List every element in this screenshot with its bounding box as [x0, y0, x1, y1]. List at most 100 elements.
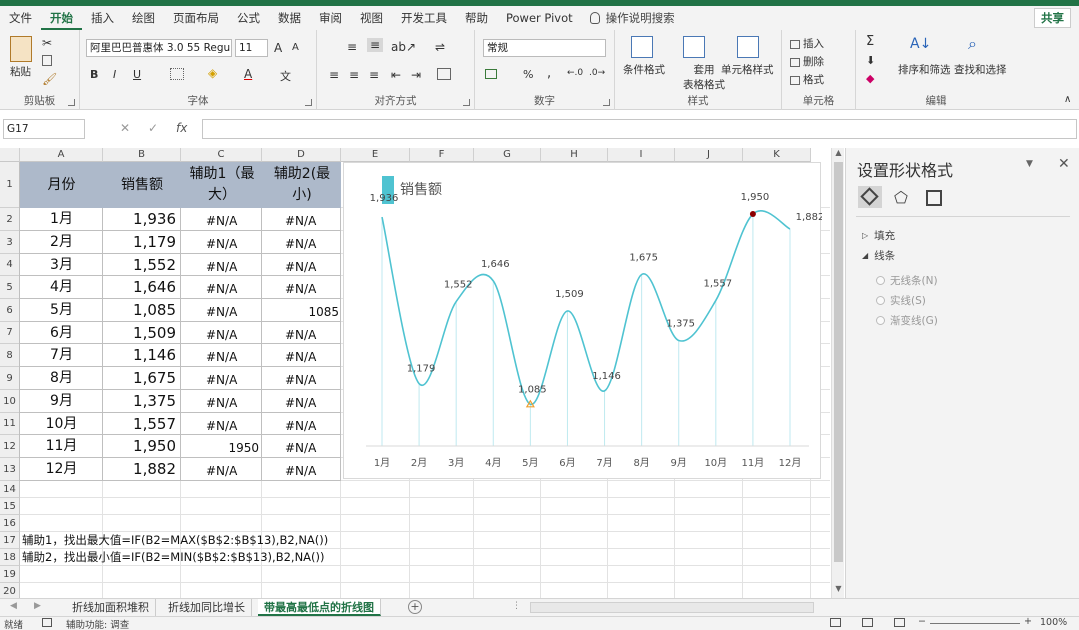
- cell-aux2[interactable]: #N/A: [285, 233, 341, 256]
- tab-power-pivot[interactable]: Power Pivot: [497, 6, 582, 30]
- tab-formulas[interactable]: 公式: [228, 6, 269, 30]
- fill-line-tab[interactable]: [858, 186, 882, 208]
- cell-sales[interactable]: 1,950: [103, 435, 176, 458]
- row-header-16[interactable]: 16: [0, 515, 20, 532]
- macro-record-icon[interactable]: [42, 618, 52, 627]
- sheet-tab-area-stack[interactable]: 折线加面积堆积: [66, 599, 156, 616]
- formula-input[interactable]: [202, 119, 1077, 139]
- data-label[interactable]: 1,375: [666, 319, 695, 330]
- header-month[interactable]: 月份: [20, 162, 103, 208]
- row-header-7[interactable]: 7: [0, 322, 20, 344]
- tell-me-search[interactable]: 操作说明搜索: [589, 10, 675, 26]
- no-line-option[interactable]: 无线条(N): [876, 273, 938, 288]
- row-header-3[interactable]: 3: [0, 231, 20, 254]
- note-aux1[interactable]: 辅助1，找出最大值=IF(B2=MAX($B$2:$B$13),B2,NA()): [22, 532, 342, 549]
- cell-month[interactable]: 2月: [20, 231, 103, 254]
- increase-decimal-icon[interactable]: ←.0: [567, 68, 583, 78]
- cell-month[interactable]: 9月: [20, 390, 103, 413]
- increase-indent-icon[interactable]: ⇥: [411, 68, 421, 82]
- align-middle-icon[interactable]: ≡: [367, 38, 384, 52]
- tab-view[interactable]: 视图: [351, 6, 392, 30]
- bold-button[interactable]: B: [90, 68, 98, 81]
- cell-aux1[interactable]: #N/A: [206, 278, 266, 301]
- cell-aux1[interactable]: #N/A: [206, 256, 266, 278]
- cell-aux2[interactable]: #N/A: [285, 210, 341, 233]
- sheet-tab-max-min-line[interactable]: 带最高最低点的折线图: [258, 599, 381, 616]
- no-line-radio[interactable]: [876, 276, 885, 285]
- cell-month[interactable]: 10月: [20, 413, 103, 435]
- table-format-icon[interactable]: [683, 36, 705, 58]
- sort-filter-icon[interactable]: A↓: [910, 36, 931, 52]
- cell-styles-button[interactable]: 单元格样式: [721, 62, 774, 77]
- tab-review[interactable]: 审阅: [310, 6, 351, 30]
- cell-sales[interactable]: 1,557: [103, 413, 176, 435]
- header-aux1-line2[interactable]: 大）: [183, 185, 261, 205]
- note-aux2[interactable]: 辅助2，找出最小值=IF(B2=MIN($B$2:$B$13),B2,NA()): [22, 549, 342, 566]
- row-header-14[interactable]: 14: [0, 481, 20, 498]
- cell-aux2[interactable]: #N/A: [285, 437, 341, 460]
- gradient-line-option[interactable]: 渐变线(G): [876, 313, 938, 328]
- column-header-g[interactable]: G: [474, 148, 541, 162]
- grow-font-icon[interactable]: A: [274, 41, 282, 55]
- column-header-f[interactable]: F: [410, 148, 474, 162]
- column-header-k[interactable]: K: [743, 148, 811, 162]
- cell-aux1[interactable]: #N/A: [206, 301, 266, 324]
- fill-color-icon[interactable]: ◈: [208, 66, 217, 80]
- row-header-9[interactable]: 9: [0, 367, 20, 390]
- data-label[interactable]: 1,509: [555, 289, 584, 300]
- size-properties-icon[interactable]: [926, 190, 942, 206]
- data-label[interactable]: 1,146: [592, 371, 621, 382]
- decrease-decimal-icon[interactable]: .0→: [589, 68, 605, 78]
- align-left-icon[interactable]: ≡: [329, 68, 339, 82]
- font-color-icon[interactable]: A: [244, 67, 252, 81]
- align-center-icon[interactable]: ≡: [349, 68, 359, 82]
- collapse-ribbon-icon[interactable]: ∧: [1064, 94, 1071, 105]
- cell-month[interactable]: 5月: [20, 299, 103, 322]
- cell-aux2[interactable]: #N/A: [285, 460, 341, 483]
- cut-icon[interactable]: ✂: [42, 36, 52, 50]
- zoom-slider[interactable]: [930, 623, 1020, 624]
- fill-section-toggle[interactable]: ▷ 填充: [862, 228, 895, 243]
- name-box[interactable]: G17: [3, 119, 85, 139]
- effects-pentagon-icon[interactable]: ⬠: [894, 188, 908, 207]
- next-sheet-icon[interactable]: ▶: [34, 601, 41, 611]
- cell-aux2[interactable]: 1085: [263, 301, 339, 324]
- row-header-12[interactable]: 12: [0, 435, 20, 458]
- clear-icon[interactable]: ◆: [866, 72, 874, 85]
- normal-view-icon[interactable]: [830, 618, 841, 627]
- sheet-tab-yoy-growth[interactable]: 折线加同比增长: [162, 599, 252, 616]
- series-line-sales[interactable]: [381, 210, 791, 406]
- zoom-level[interactable]: 100%: [1040, 617, 1067, 628]
- align-right-icon[interactable]: ≡: [369, 68, 379, 82]
- column-header-e[interactable]: E: [341, 148, 410, 162]
- solid-line-option[interactable]: 实线(S): [876, 293, 926, 308]
- column-header-c[interactable]: C: [181, 148, 262, 162]
- cell-aux1[interactable]: 1950: [183, 437, 259, 460]
- cell-aux1[interactable]: #N/A: [206, 346, 266, 369]
- line-section-toggle[interactable]: ◢ 线条: [862, 248, 895, 263]
- cell-aux2[interactable]: #N/A: [285, 369, 341, 392]
- clipboard-launcher-icon[interactable]: [68, 99, 75, 106]
- cell-month[interactable]: 3月: [20, 254, 103, 276]
- row-header-8[interactable]: 8: [0, 344, 20, 367]
- cell-month[interactable]: 12月: [20, 458, 103, 481]
- conditional-format-icon[interactable]: [631, 36, 653, 58]
- orientation-icon[interactable]: ab↗: [391, 40, 416, 54]
- column-header-h[interactable]: H: [541, 148, 608, 162]
- cell-sales[interactable]: 1,552: [103, 254, 176, 276]
- row-header-17[interactable]: 17: [0, 532, 20, 549]
- cell-aux1[interactable]: #N/A: [206, 415, 266, 437]
- sort-filter-button[interactable]: 排序和筛选: [898, 62, 951, 77]
- data-label[interactable]: 1,882: [796, 212, 825, 223]
- cell-sales[interactable]: 1,509: [103, 322, 176, 344]
- paste-icon[interactable]: [10, 36, 32, 62]
- pane-options-chevron-icon[interactable]: ▼: [1026, 159, 1033, 169]
- row-header-6[interactable]: 6: [0, 299, 20, 322]
- zoom-in-icon[interactable]: +: [1024, 616, 1032, 627]
- row-header-4[interactable]: 4: [0, 254, 20, 276]
- italic-button[interactable]: I: [113, 68, 116, 81]
- format-painter-icon[interactable]: 🖌: [42, 72, 57, 86]
- column-header-b[interactable]: B: [103, 148, 181, 162]
- line-chart[interactable]: 销售额 1,936 1,179 1,552 1,646 1,085 1,509 1,146 1…: [343, 162, 825, 479]
- cell-aux1[interactable]: #N/A: [206, 210, 266, 233]
